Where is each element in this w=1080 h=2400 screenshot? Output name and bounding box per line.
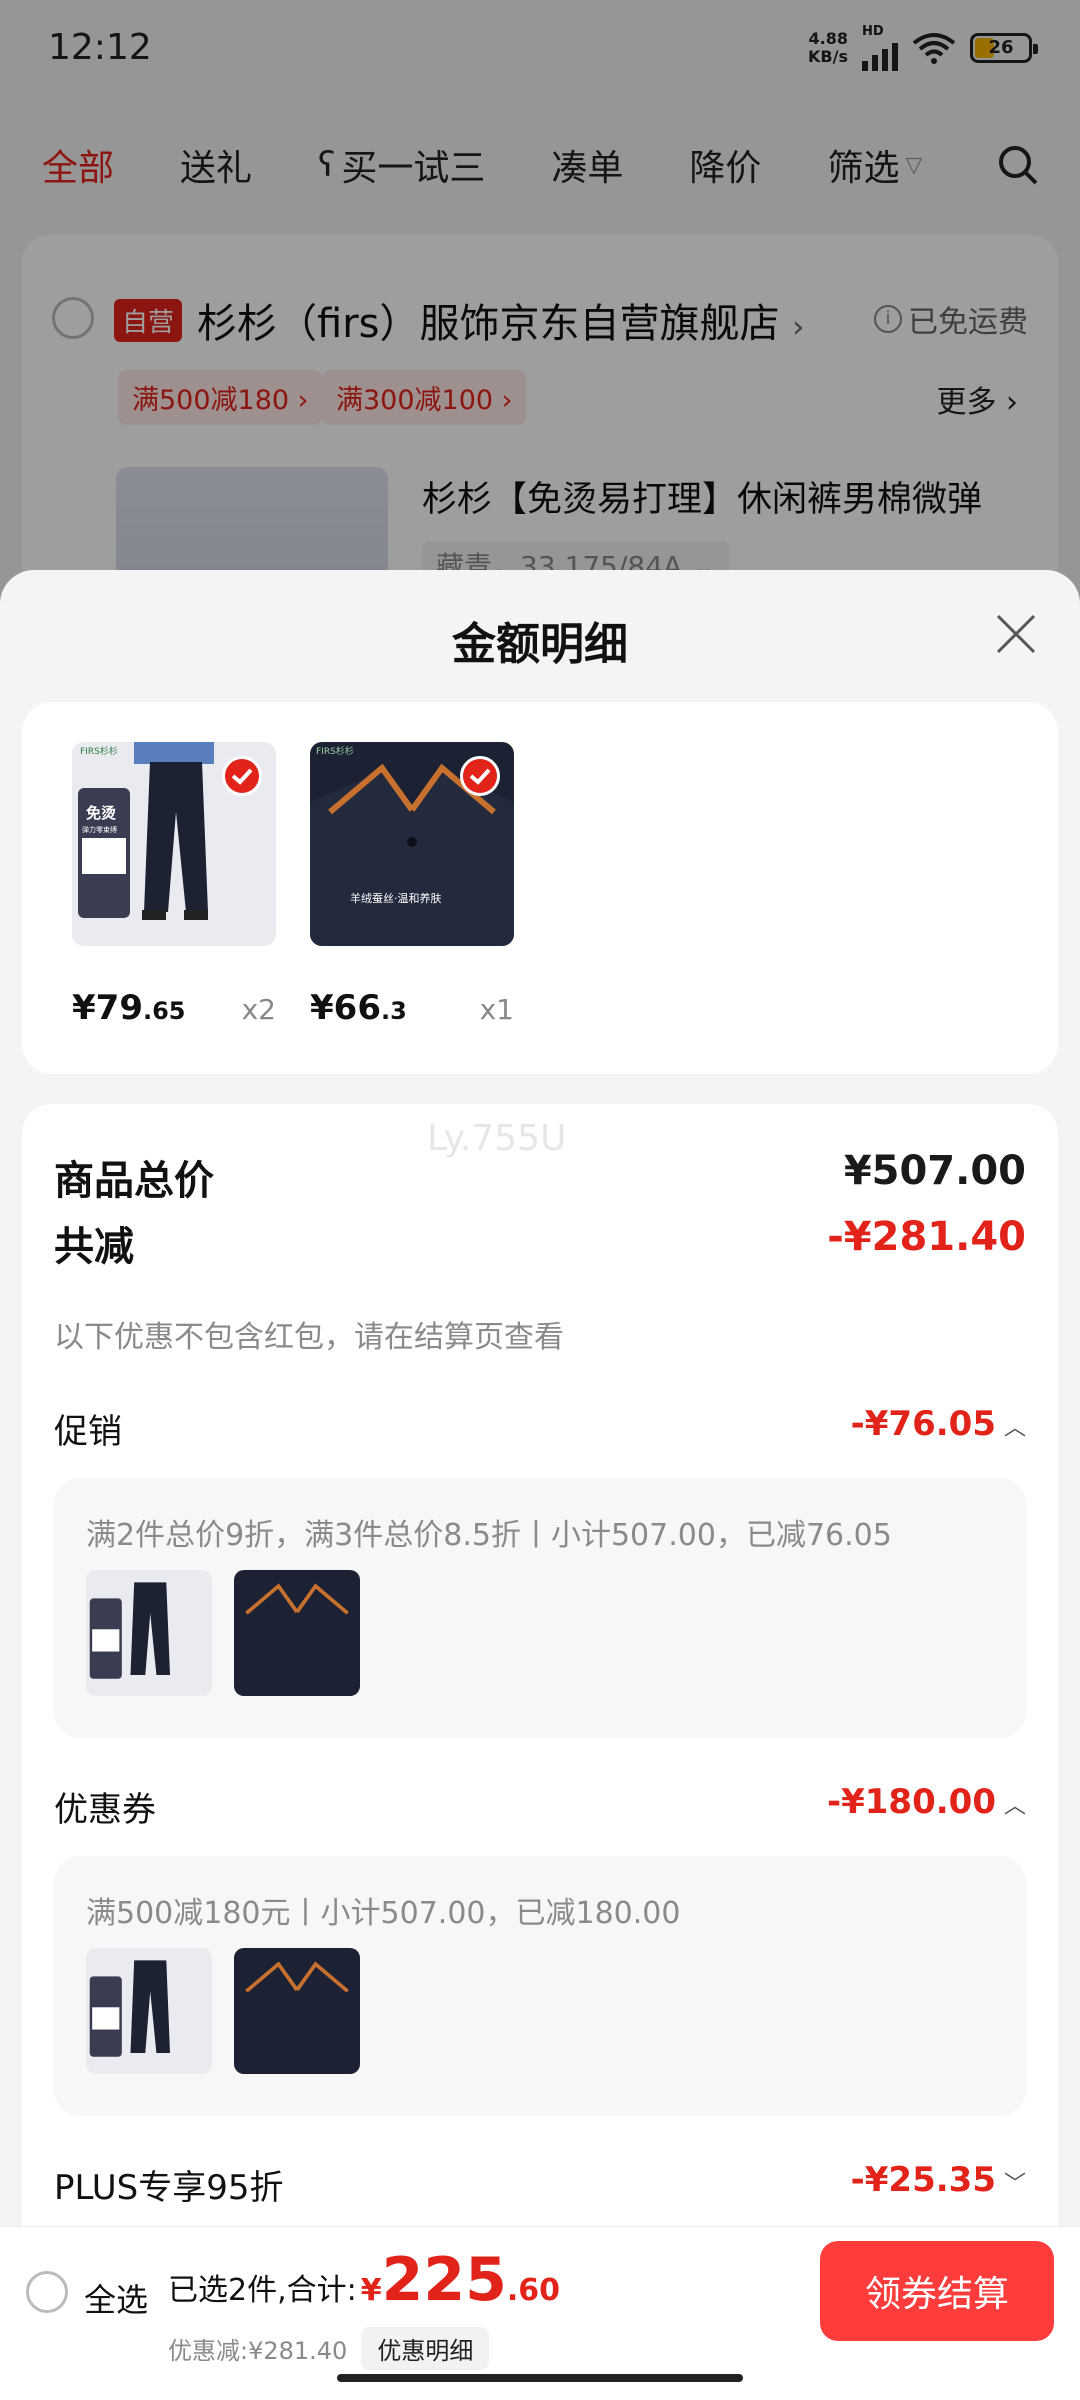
promotion-toggle[interactable]: -¥76.05 ︿ xyxy=(851,1404,1026,1444)
discount-note: 以下优惠不包含红包，请在结算页查看 xyxy=(54,1320,564,1355)
total-price-label: 商品总价 xyxy=(54,1158,214,1204)
chevron-up-icon: ︿ xyxy=(1003,1416,1026,1441)
total-price-value: ¥507.00 xyxy=(843,1148,1026,1194)
promotion-detail-box: 满2件总价9折，满3件总价8.5折丨小计507.00，已减76.05 xyxy=(54,1478,1026,1738)
pants-image: FIRS杉杉 免烫 弹力零束缚 xyxy=(72,742,276,946)
close-icon[interactable] xyxy=(992,610,1040,658)
selected-goods-card: FIRS杉杉 免烫 弹力零束缚 ¥79.65 x2 FIRS杉杉 羊绒蚕丝·温和… xyxy=(22,702,1058,1074)
pants-sub: 弹力零束缚 xyxy=(82,825,117,834)
pants-tag: 免烫 xyxy=(86,804,117,822)
home-indicator[interactable] xyxy=(337,2374,743,2382)
select-all-radio[interactable] xyxy=(26,2271,68,2313)
goods-price: ¥66.3 xyxy=(310,988,407,1028)
promotion-pants-thumb xyxy=(86,1570,212,1696)
goods-price: ¥79.65 xyxy=(72,988,186,1028)
total-summary: 已选2件,合计: ¥ 225 .60 xyxy=(168,2245,560,2315)
coupon-value: -¥180.00 xyxy=(827,1782,996,1822)
watermark: Ly.755U xyxy=(427,1118,567,1159)
promotion-value: -¥76.05 xyxy=(850,1404,996,1444)
coupon-label: 优惠券 xyxy=(54,1790,156,1830)
goods-price-dec: .3 xyxy=(380,997,407,1025)
goods-quantity: x2 xyxy=(241,993,276,1026)
goods-quantity: x1 xyxy=(479,993,514,1026)
coupon-shirt-thumb xyxy=(234,1948,360,2074)
brand-mark: FIRS杉杉 xyxy=(316,745,354,757)
total-yen: ¥ xyxy=(360,2273,382,2308)
select-all-label[interactable]: 全选 xyxy=(84,2275,148,2321)
sheet-title: 金额明细 xyxy=(452,619,628,670)
coupon-pants-thumb xyxy=(86,1948,212,2074)
goods-price-int: ¥66 xyxy=(310,988,381,1028)
price-breakdown-card: Ly.755U 商品总价 ¥507.00 共减 -¥281.40 以下优惠不包含… xyxy=(22,1104,1058,2400)
brand-mark: FIRS杉杉 xyxy=(80,745,118,757)
plus-discount-toggle[interactable]: -¥25.35 ﹀ xyxy=(851,2160,1026,2200)
discount-amount: 优惠减:¥281.40 xyxy=(168,2337,348,2365)
total-reduce-label: 共减 xyxy=(54,1224,134,1270)
shirt-image: FIRS杉杉 羊绒蚕丝·温和养肤 xyxy=(310,742,514,946)
discount-detail-button[interactable]: 优惠明细 xyxy=(361,2327,490,2370)
checkout-button[interactable]: 领券结算 xyxy=(820,2241,1054,2341)
amount-detail-sheet: 金额明细 FIRS杉杉 免烫 弹力零束缚 ¥79.65 x2 FIRS杉杉 羊绒… xyxy=(0,570,1080,2400)
discount-summary: 优惠减:¥281.40 优惠明细 xyxy=(168,2327,490,2370)
promotion-shirt-thumb xyxy=(234,1570,360,1696)
promotion-desc: 满2件总价9折，满3件总价8.5折丨小计507.00，已减76.05 xyxy=(86,1518,892,1553)
coupon-detail-box: 满500减180元丨小计507.00，已减180.00 xyxy=(54,1856,1026,2116)
goods-price-dec: .65 xyxy=(142,997,186,1025)
total-reduce-value: -¥281.40 xyxy=(827,1214,1026,1260)
shirt-slogan: 羊绒蚕丝·温和养肤 xyxy=(350,891,442,905)
goods-item[interactable]: FIRS杉杉 羊绒蚕丝·温和养肤 ¥66.3 x1 xyxy=(310,742,514,1028)
total-amount-dec: .60 xyxy=(506,2273,561,2308)
promotion-label: 促销 xyxy=(54,1412,122,1452)
coupon-desc: 满500减180元丨小计507.00，已减180.00 xyxy=(86,1896,681,1931)
checked-icon xyxy=(222,756,262,796)
goods-item[interactable]: FIRS杉杉 免烫 弹力零束缚 ¥79.65 x2 xyxy=(72,742,276,1028)
chevron-down-icon: ﹀ xyxy=(1003,2172,1026,2197)
plus-discount-label: PLUS专享95折 xyxy=(54,2168,284,2208)
goods-price-row: ¥79.65 x2 xyxy=(72,988,276,1028)
total-amount-int: 225 xyxy=(381,2245,507,2315)
goods-price-row: ¥66.3 x1 xyxy=(310,988,514,1028)
chevron-up-icon: ︿ xyxy=(1003,1794,1026,1819)
checked-icon xyxy=(460,756,500,796)
plus-discount-value: -¥25.35 xyxy=(850,2160,996,2200)
selected-count-text: 已选2件,合计: xyxy=(168,2273,357,2308)
goods-price-int: ¥79 xyxy=(72,988,143,1028)
coupon-toggle[interactable]: -¥180.00 ︿ xyxy=(827,1782,1026,1822)
